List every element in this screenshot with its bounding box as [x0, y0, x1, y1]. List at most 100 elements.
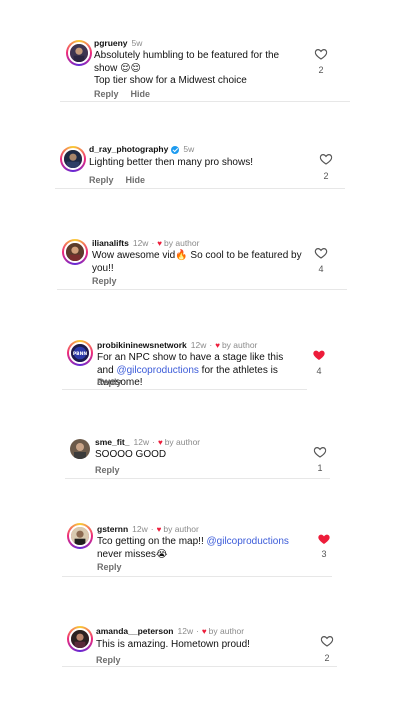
like-count: 2: [324, 653, 330, 663]
avatar[interactable]: [67, 626, 93, 652]
avatar[interactable]: [70, 439, 90, 459]
divider: [62, 389, 307, 390]
comment-text: For an NPC show to have a stage like thi…: [97, 352, 297, 390]
avatar[interactable]: [62, 239, 88, 265]
heart-filled-icon: [318, 534, 330, 544]
heart-filled-icon: ♥: [156, 525, 162, 534]
comment-line: This is amazing. Hometown proud!: [96, 639, 250, 650]
like-count: 4: [316, 366, 322, 376]
liked-by-author-label: by author: [163, 524, 199, 534]
comment-header: ilianalifts 12w · ♥ by author: [92, 238, 200, 249]
divider: [57, 289, 347, 290]
mention-link[interactable]: @gilcoproductions: [207, 536, 289, 547]
comment-text-part: never misses😭: [97, 548, 168, 560]
like-count: 4: [318, 264, 324, 274]
heart-filled-icon: [313, 350, 325, 360]
comment-text: Wow awesome vid🔥 So cool to be featured …: [92, 250, 304, 275]
liked-by-author-label: by author: [221, 340, 258, 350]
heart-filled-icon: ♥: [215, 341, 220, 350]
comment-actions: Reply Hide: [94, 89, 150, 99]
timestamp: 12w: [177, 626, 194, 636]
like-count: 3: [321, 549, 327, 559]
comment-text: Absolutely humbling to be featured for t…: [94, 50, 304, 88]
like-button[interactable]: [317, 532, 331, 546]
username[interactable]: d_ray_photography: [89, 144, 168, 155]
comment-header: pgrueny 5w: [94, 38, 142, 49]
divider: [60, 101, 350, 102]
reply-button[interactable]: Reply: [95, 465, 120, 475]
comment-actions: Reply Hide: [89, 175, 145, 185]
like-count: 2: [318, 65, 324, 75]
timestamp: 12w: [132, 524, 148, 534]
comment-text: This is amazing. Hometown proud!: [96, 639, 306, 652]
avatar[interactable]: [60, 146, 86, 172]
like-button[interactable]: [314, 246, 328, 260]
comment-line: Top tier show for a Midwest choice: [94, 75, 247, 86]
comment-text-part: Tco getting on the map!!: [97, 536, 207, 547]
liked-by-author-label: by author: [164, 238, 200, 248]
username[interactable]: sme_fit_: [95, 437, 130, 448]
timestamp: 5w: [183, 144, 195, 154]
comment-header: amanda__peterson 12w · ♥ by author: [96, 626, 245, 637]
reply-button[interactable]: Reply: [92, 276, 117, 286]
like-count: 2: [323, 171, 329, 181]
comment-line: SOOOO GOOD: [95, 449, 167, 460]
comment-text: SOOOO GOOD: [95, 449, 295, 462]
like-button[interactable]: [320, 634, 334, 648]
username[interactable]: amanda__peterson: [96, 626, 173, 637]
comment-header: probikininewsnetwork 12w · ♥ by author: [97, 340, 258, 351]
comment-line: Wow awesome vid🔥 So cool to be featured …: [92, 250, 302, 274]
divider: [62, 666, 337, 667]
avatar[interactable]: [67, 523, 93, 549]
timestamp: 12w: [190, 340, 207, 350]
username[interactable]: gsternn: [97, 524, 128, 535]
comment-actions: Reply: [96, 655, 121, 665]
heart-filled-icon: ♥: [201, 627, 207, 636]
comment-line: Lighting better then many pro shows!: [89, 157, 253, 168]
heart-outline-icon: [314, 248, 328, 259]
divider: [55, 188, 345, 189]
username[interactable]: pgrueny: [94, 38, 128, 49]
timestamp: 5w: [131, 38, 143, 48]
avatar[interactable]: PBNN: [67, 340, 93, 366]
divider: [62, 576, 332, 577]
heart-filled-icon: ♥: [157, 239, 163, 248]
heart-outline-icon: [320, 636, 334, 647]
reply-button[interactable]: Reply: [97, 377, 122, 387]
reply-button[interactable]: Reply: [97, 562, 122, 572]
like-count: 1: [317, 463, 323, 473]
like-button[interactable]: [319, 152, 333, 166]
comment-header: d_ray_photography 5w: [89, 144, 194, 155]
comment-text: Lighting better then many pro shows!: [89, 157, 309, 170]
hide-button[interactable]: Hide: [131, 89, 151, 99]
heart-outline-icon: [314, 49, 328, 60]
reply-button[interactable]: Reply: [96, 655, 121, 665]
heart-filled-icon: ♥: [157, 438, 163, 447]
comment-actions: Reply: [95, 465, 120, 475]
divider: [65, 478, 330, 479]
heart-outline-icon: [319, 154, 333, 165]
like-button[interactable]: [314, 47, 328, 61]
like-button[interactable]: [313, 445, 327, 459]
comment-actions: Reply: [97, 377, 122, 387]
heart-outline-icon: [313, 447, 327, 458]
timestamp: 12w: [133, 437, 150, 447]
verified-badge-icon: [171, 145, 180, 154]
username[interactable]: ilianalifts: [92, 238, 129, 249]
hide-button[interactable]: Hide: [126, 175, 146, 185]
like-button[interactable]: [312, 348, 326, 362]
comment-line: Absolutely humbling to be featured for t…: [94, 50, 280, 74]
liked-by-author-label: by author: [208, 626, 245, 636]
comment-actions: Reply: [97, 562, 122, 572]
reply-button[interactable]: Reply: [89, 175, 114, 185]
comment-text: Tco getting on the map!! @gilcoproductio…: [97, 536, 312, 561]
avatar[interactable]: [66, 40, 92, 66]
username[interactable]: probikininewsnetwork: [97, 340, 187, 351]
comment-header: gsternn 12w · ♥ by author: [97, 524, 199, 535]
svg-text:PBNN: PBNN: [73, 351, 87, 357]
liked-by-author-label: by author: [164, 437, 201, 447]
reply-button[interactable]: Reply: [94, 89, 119, 99]
timestamp: 12w: [132, 238, 149, 248]
mention-link[interactable]: @gilcoproductions: [116, 365, 198, 376]
comment-actions: Reply: [92, 276, 117, 286]
